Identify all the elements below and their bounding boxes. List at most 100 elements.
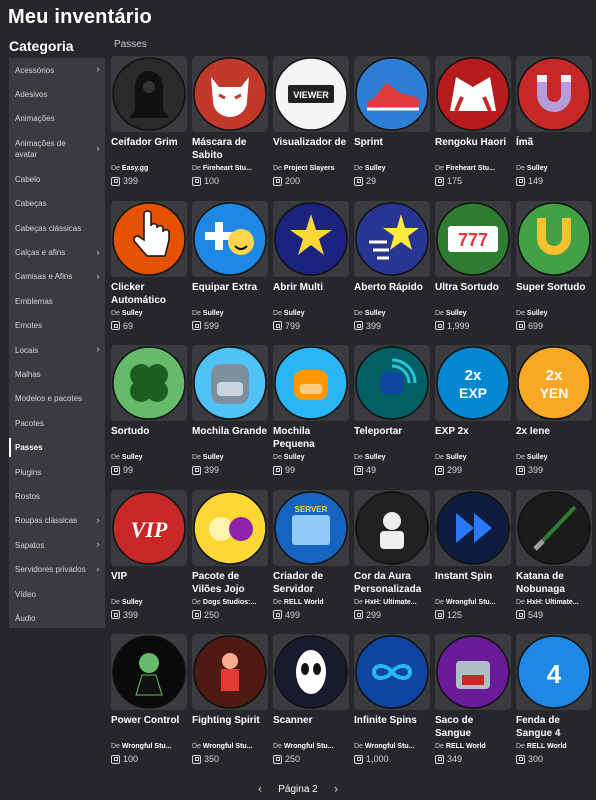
item-thumbnail[interactable] <box>192 345 268 421</box>
item-card[interactable]: 4 Fenda de Sangue 4 De RELL World 300 <box>516 634 592 770</box>
next-page-button[interactable]: › <box>334 782 339 796</box>
item-name[interactable]: Super Sortudo <box>516 281 592 307</box>
item-thumbnail[interactable] <box>354 489 430 566</box>
item-thumbnail[interactable] <box>435 634 511 710</box>
item-name[interactable]: Clicker Automático <box>111 281 187 307</box>
creator-name[interactable]: Sulley <box>365 165 386 172</box>
item-thumbnail[interactable] <box>111 634 187 710</box>
item-card[interactable]: Katana de Nobunaga De HxH: Ultimate... 549 <box>516 489 592 626</box>
creator-name[interactable]: Sulley <box>365 454 386 461</box>
item-card[interactable]: 2x EXP EXP 2x De Sulley 299 <box>435 345 511 481</box>
item-name[interactable]: Sortudo <box>111 425 187 451</box>
item-card[interactable]: Infinite Spins De Wrongful Stu... 1,000 <box>354 634 430 770</box>
item-name[interactable]: Ceifador Grim <box>111 136 187 162</box>
item-name[interactable]: Abrir Multi <box>273 281 349 307</box>
item-thumbnail[interactable] <box>273 200 349 277</box>
item-card[interactable]: Sortudo De Sulley 99 <box>111 345 187 481</box>
item-name[interactable]: Ultra Sortudo <box>435 281 511 307</box>
item-thumbnail[interactable] <box>273 634 349 710</box>
item-name[interactable]: Aberto Rápido <box>354 281 430 307</box>
item-card[interactable]: Mochila Pequena De Sulley 99 <box>273 345 349 481</box>
item-thumbnail[interactable] <box>111 56 187 132</box>
item-thumbnail[interactable] <box>435 56 511 132</box>
item-card[interactable]: Mochila Grande De Sulley 399 <box>192 345 268 481</box>
creator-name[interactable]: Sulley <box>527 454 548 461</box>
item-card[interactable]: Rengoku Haori De Fireheart Stu... 175 <box>435 56 511 192</box>
item-thumbnail[interactable]: 2x EXP <box>435 345 511 421</box>
sidebar-item[interactable]: Cabeças <box>9 192 105 216</box>
sidebar-item[interactable]: Modelos e pacotes <box>9 387 105 411</box>
creator-name[interactable]: RELL World <box>284 599 324 606</box>
item-name[interactable]: VIP <box>111 570 187 596</box>
item-thumbnail[interactable] <box>354 56 430 132</box>
item-thumbnail[interactable] <box>516 489 592 566</box>
item-name[interactable]: Rengoku Haori <box>435 136 511 162</box>
item-name[interactable]: Equipar Extra <box>192 281 268 307</box>
item-thumbnail[interactable] <box>192 634 268 710</box>
item-thumbnail[interactable] <box>111 200 187 277</box>
item-card[interactable]: VIP VIP De Sulley 399 <box>111 489 187 626</box>
item-thumbnail[interactable] <box>192 200 268 277</box>
item-thumbnail[interactable] <box>516 56 592 132</box>
item-card[interactable]: Fighting Spirit De Wrongful Stu... 350 <box>192 634 268 770</box>
creator-name[interactable]: Sulley <box>284 454 305 461</box>
creator-name[interactable]: HxH: Ultimate... <box>527 599 579 606</box>
item-name[interactable]: Sprint <box>354 136 430 162</box>
creator-name[interactable]: Fireheart Stu... <box>446 165 495 172</box>
item-thumbnail[interactable] <box>516 200 592 277</box>
item-name[interactable]: Scanner <box>273 714 349 740</box>
item-card[interactable]: VIEWER Visualizador de De Project Slayers 2… <box>273 56 349 192</box>
item-thumbnail[interactable] <box>273 345 349 421</box>
item-card[interactable]: Clicker Automático De Sulley 69 <box>111 200 187 337</box>
item-thumbnail[interactable] <box>192 56 268 132</box>
item-name[interactable]: Infinite Spins <box>354 714 430 740</box>
item-thumbnail[interactable] <box>111 345 187 421</box>
sidebar-item[interactable]: Cabeças clássicas <box>9 216 105 240</box>
item-name[interactable]: Power Control <box>111 714 187 740</box>
item-card[interactable]: Abrir Multi De Sulley 799 <box>273 200 349 337</box>
sidebar-item[interactable]: Adesivos <box>9 82 105 106</box>
item-name[interactable]: Visualizador de <box>273 136 349 162</box>
item-name[interactable]: Cor da Aura Personalizada <box>354 570 430 596</box>
item-thumbnail[interactable] <box>354 200 430 277</box>
sidebar-item[interactable]: Pacotes <box>9 411 105 435</box>
item-card[interactable]: Equipar Extra De Sulley 599 <box>192 200 268 337</box>
item-name[interactable]: Fighting Spirit <box>192 714 268 740</box>
item-thumbnail[interactable]: 2x YEN <box>516 345 592 421</box>
item-thumbnail[interactable]: VIP <box>111 489 187 566</box>
sidebar-item[interactable]: Cabelo <box>9 167 105 191</box>
creator-name[interactable]: RELL World <box>446 743 486 750</box>
sidebar-item[interactable]: Emblemas <box>9 289 105 313</box>
item-name[interactable]: Ímã <box>516 136 592 162</box>
item-card[interactable]: Máscara de Sabito De Fireheart Stu... 100 <box>192 56 268 192</box>
sidebar-item[interactable]: Camisas e Afins › <box>9 265 105 289</box>
creator-name[interactable]: HxH: Ultimate... <box>365 599 417 606</box>
sidebar-item[interactable]: Vídeo <box>9 582 105 606</box>
creator-name[interactable]: Wrongful Stu... <box>365 743 415 750</box>
sidebar-item[interactable]: Áudio <box>9 606 105 630</box>
sidebar-item[interactable]: Malhas <box>9 362 105 386</box>
creator-name[interactable]: Sulley <box>203 310 224 317</box>
creator-name[interactable]: Fireheart Stu... <box>203 165 252 172</box>
creator-name[interactable]: RELL World <box>527 743 567 750</box>
item-card[interactable]: Sprint De Sulley 29 <box>354 56 430 192</box>
item-name[interactable]: Instant Spin <box>435 570 511 596</box>
sidebar-item[interactable]: Emotes <box>9 314 105 338</box>
item-card[interactable]: Aberto Rápido De Sulley 399 <box>354 200 430 337</box>
item-card[interactable]: Teleportar De Sulley 49 <box>354 345 430 481</box>
item-thumbnail[interactable] <box>435 489 511 566</box>
creator-name[interactable]: Dogs Studios:... <box>203 599 256 606</box>
creator-name[interactable]: Sulley <box>365 310 386 317</box>
sidebar-item[interactable]: Locais › <box>9 338 105 362</box>
item-card[interactable]: 2x YEN 2x Iene De Sulley 399 <box>516 345 592 481</box>
item-card[interactable]: Super Sortudo De Sulley 699 <box>516 200 592 337</box>
item-thumbnail[interactable]: SERVER <box>273 489 349 566</box>
creator-name[interactable]: Sulley <box>122 599 143 606</box>
creator-name[interactable]: Sulley <box>527 165 548 172</box>
item-name[interactable]: Máscara de Sabito <box>192 136 268 162</box>
creator-name[interactable]: Sulley <box>122 454 143 461</box>
creator-name[interactable]: Project Slayers <box>284 165 335 172</box>
item-card[interactable]: SERVER Criador de Servidor De RELL World 49… <box>273 489 349 626</box>
creator-name[interactable]: Sulley <box>284 310 305 317</box>
item-name[interactable]: Mochila Pequena <box>273 425 349 451</box>
